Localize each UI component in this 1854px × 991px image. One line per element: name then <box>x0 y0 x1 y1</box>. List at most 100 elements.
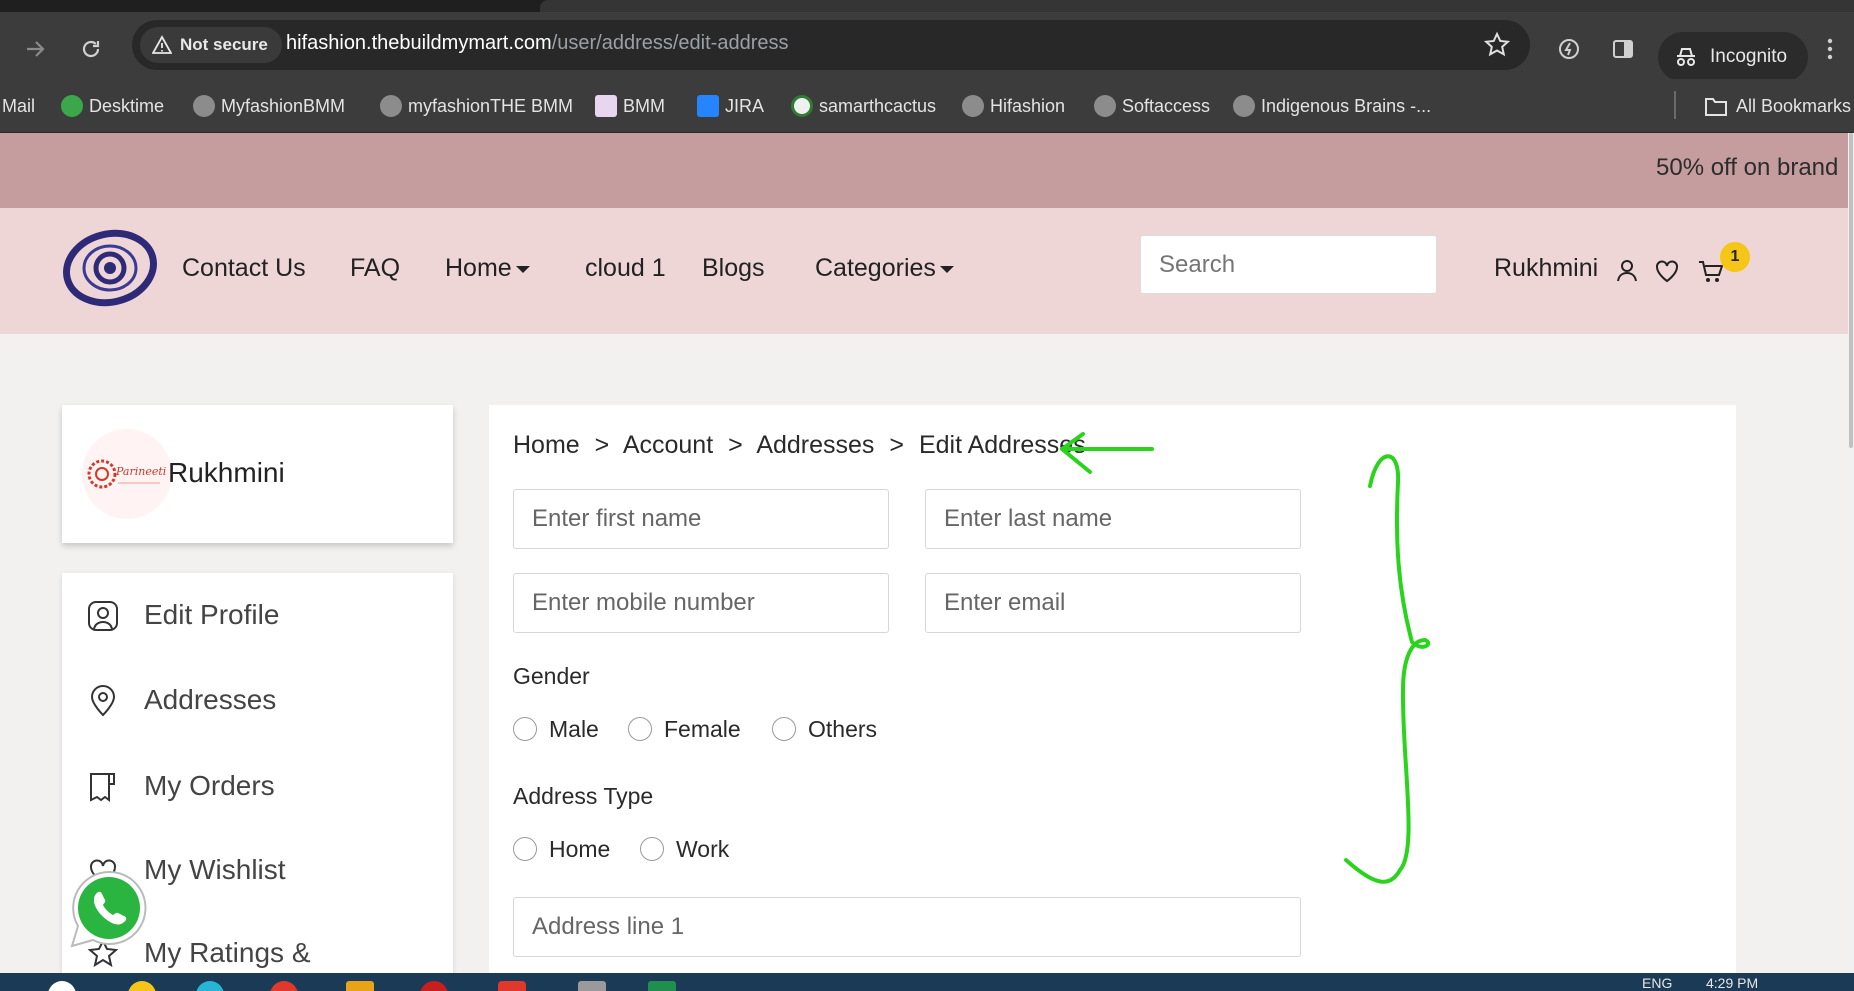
radio-circle[interactable] <box>772 717 796 741</box>
taskbar-app-icon[interactable] <box>498 981 526 991</box>
incognito-chip[interactable]: Incognito <box>1658 32 1808 82</box>
extension-icon[interactable] <box>1552 32 1586 66</box>
taskbar-app-icon[interactable] <box>420 981 448 991</box>
desktime-icon <box>61 95 83 117</box>
browser-toolbar: Not secure hifashion.thebuildmymart.com/… <box>0 12 1854 82</box>
reload-icon[interactable] <box>74 32 108 66</box>
promo-text: 50% off on brand <box>1656 154 1839 181</box>
site-logo[interactable] <box>62 226 158 310</box>
bookmark-indigenous-brains[interactable]: Indigenous Brains -... <box>1233 79 1431 133</box>
address-bar[interactable]: Not secure hifashion.thebuildmymart.com/… <box>132 20 1530 70</box>
globe-icon <box>193 95 215 117</box>
url-text[interactable]: hifashion.thebuildmymart.com/user/addres… <box>286 32 788 55</box>
bookmarks-bar: Mail Desktime MyfashionBMM myfashionTHE … <box>0 79 1854 133</box>
whatsapp-icon[interactable] <box>66 866 152 952</box>
all-bookmarks[interactable]: All Bookmarks <box>1704 79 1851 133</box>
nav-contact-us[interactable]: Contact Us <box>182 254 306 283</box>
globe-icon <box>1233 95 1255 117</box>
sidebar-item-edit-profile[interactable]: Edit Profile <box>62 585 453 645</box>
breadcrumb-separator: > <box>889 431 904 459</box>
bookmark-label: Softaccess <box>1122 96 1211 116</box>
address-line-1-field[interactable] <box>513 897 1301 957</box>
side-panel-icon[interactable] <box>1606 32 1640 66</box>
bookmark-desktime[interactable]: Desktime <box>61 79 164 133</box>
bookmark-samarthcactus[interactable]: samarthcactus <box>791 79 936 133</box>
bookmark-label: MyfashionBMM <box>221 96 346 116</box>
last-name-field[interactable] <box>925 489 1301 549</box>
email-field[interactable] <box>925 573 1301 633</box>
taskbar-app-icon[interactable] <box>578 981 606 991</box>
os-taskbar: ENG 4:29 PM <box>0 973 1854 991</box>
bookmark-label: BMM <box>623 96 665 116</box>
warning-icon <box>152 35 172 54</box>
sidebar-item-label: My Wishlist <box>144 854 286 885</box>
radio-label: Home <box>549 836 611 862</box>
language-indicator[interactable]: ENG <box>1642 975 1672 991</box>
forward-icon[interactable] <box>18 32 52 66</box>
menu-dots-icon[interactable] <box>1820 32 1840 66</box>
user-icon[interactable] <box>1612 256 1642 286</box>
nav-cloud-1[interactable]: cloud 1 <box>585 254 666 283</box>
first-name-field[interactable] <box>513 489 889 549</box>
sidebar-item-label: Addresses <box>144 684 277 715</box>
parineeti-logo: Parineeti <box>87 459 166 489</box>
url-host: hifashion.thebuildmymart.com <box>286 32 552 54</box>
taskbar-app-icon[interactable] <box>196 981 224 991</box>
breadcrumb-account[interactable]: Account <box>623 431 713 459</box>
scrollbar-thumb[interactable] <box>1849 133 1853 448</box>
user-account-name[interactable]: Rukhmini <box>1494 254 1598 283</box>
nav-categories-dropdown[interactable]: Categories <box>815 254 954 283</box>
bookmark-jira[interactable]: JIRA <box>697 79 764 133</box>
globe-icon <box>962 95 984 117</box>
bookmark-bmm[interactable]: BMM <box>595 79 665 133</box>
bookmark-hifashion[interactable]: Hifashion <box>962 79 1065 133</box>
sidebar-item-my-orders[interactable]: My Orders <box>62 756 453 816</box>
start-icon[interactable] <box>48 981 76 991</box>
caret-down-icon <box>515 265 530 273</box>
cactus-icon <box>791 95 813 117</box>
radio-circle[interactable] <box>513 717 537 741</box>
nav-blogs[interactable]: Blogs <box>702 254 765 283</box>
breadcrumb-home[interactable]: Home <box>513 431 580 459</box>
mobile-number-field[interactable] <box>513 573 889 633</box>
bookmark-myfashionbmm[interactable]: MyfashionBMM <box>193 79 345 133</box>
radio-circle[interactable] <box>628 717 652 741</box>
taskbar-app-icon[interactable] <box>128 981 156 991</box>
bmm-icon <box>595 95 617 117</box>
gender-radio-male[interactable]: Male <box>513 715 623 745</box>
chrome-icon[interactable] <box>270 981 298 991</box>
bookmark-myfashion-the-bmm[interactable]: myfashionTHE BMM <box>380 79 573 133</box>
jira-icon <box>697 95 719 117</box>
nav-home-dropdown[interactable]: Home <box>445 254 530 283</box>
receipt-icon <box>90 773 115 802</box>
gender-radio-female[interactable]: Female <box>628 715 748 745</box>
taskbar-app-icon[interactable] <box>648 981 676 991</box>
bookmarks-divider <box>1674 91 1676 119</box>
search-input[interactable] <box>1140 235 1437 294</box>
page-scrollbar[interactable] <box>1848 133 1854 973</box>
nav-categories-label: Categories <box>815 254 936 282</box>
profile-name: Rukhmini <box>168 457 285 488</box>
bookmark-label: All Bookmarks <box>1736 96 1852 116</box>
tab-strip <box>0 0 1854 12</box>
address-type-radio-work[interactable]: Work <box>640 835 750 865</box>
heart-icon[interactable] <box>1652 256 1682 286</box>
bookmark-softaccess[interactable]: Softaccess <box>1094 79 1210 133</box>
sidebar-item-addresses[interactable]: Addresses <box>62 670 453 730</box>
cart-count-badge: 1 <box>1720 242 1750 272</box>
security-chip[interactable]: Not secure <box>140 27 282 63</box>
nav-home-label: Home <box>445 254 512 282</box>
folder-icon[interactable] <box>346 981 374 991</box>
sidebar-item-label: Edit Profile <box>144 599 280 630</box>
bookmark-label: Hifashion <box>990 96 1066 116</box>
breadcrumb-addresses[interactable]: Addresses <box>756 431 874 459</box>
gender-radio-others[interactable]: Others <box>772 715 892 745</box>
bookmark-mail[interactable]: Mail <box>0 79 35 133</box>
address-type-radio-home[interactable]: Home <box>513 835 623 865</box>
bookmark-label: Indigenous Brains -... <box>1261 96 1432 116</box>
clock[interactable]: 4:29 PM <box>1706 975 1758 991</box>
bookmark-star-icon[interactable] <box>1482 30 1512 60</box>
radio-circle[interactable] <box>640 837 664 861</box>
nav-faq[interactable]: FAQ <box>350 254 400 283</box>
radio-circle[interactable] <box>513 837 537 861</box>
